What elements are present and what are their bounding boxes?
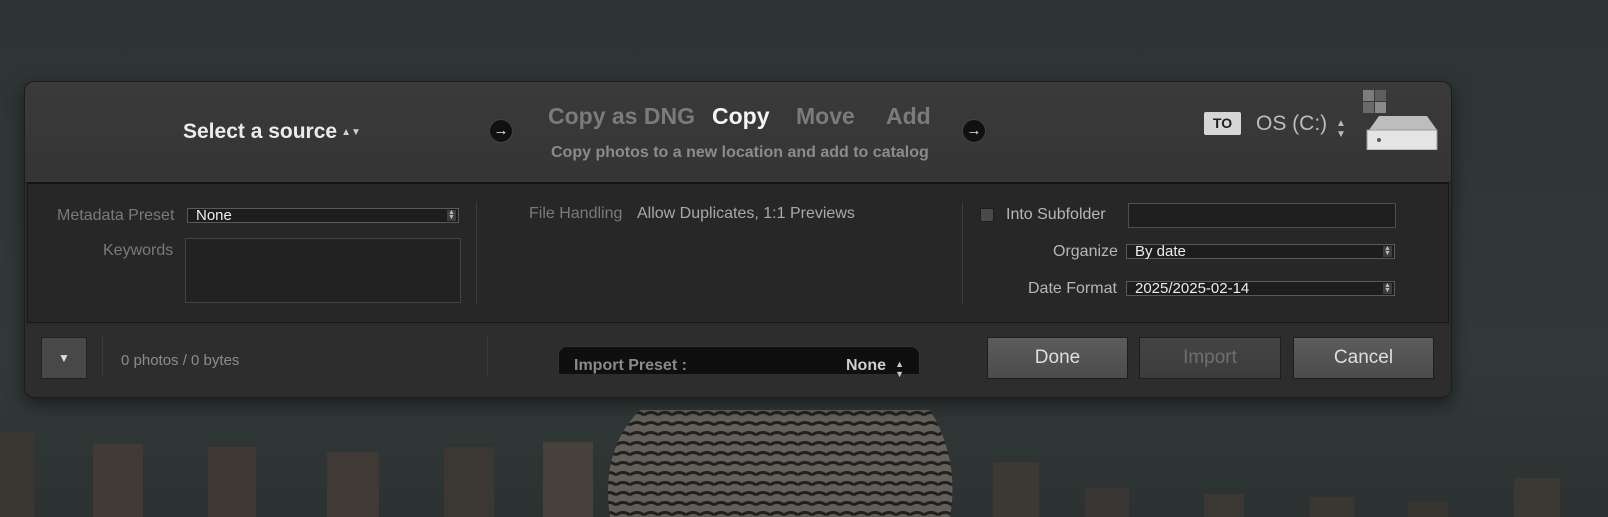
into-subfolder-label: Into Subfolder bbox=[1006, 206, 1106, 223]
hard-drive-icon bbox=[1363, 90, 1438, 150]
date-format-value: 2025/2025-02-14 bbox=[1135, 280, 1250, 297]
updown-chevron-icon: ▲▼ bbox=[1383, 245, 1392, 257]
file-handling-label: File Handling bbox=[529, 205, 623, 222]
file-handling-value: Allow Duplicates, 1:1 Previews bbox=[637, 205, 855, 222]
import-preset-selector[interactable]: Import Preset : None ▲ ▼ bbox=[558, 346, 920, 379]
updown-chevron-icon: ▲▼ bbox=[895, 359, 904, 379]
import-button[interactable]: Import bbox=[1139, 337, 1281, 379]
updown-chevron-icon: ▲▼ bbox=[1383, 282, 1392, 294]
bottom-bar: ▼ 0 photos / 0 bytes Import Preset : Non… bbox=[25, 325, 1451, 397]
source-label: Select a source bbox=[183, 120, 338, 143]
photo-count: 0 photos / 0 bytes bbox=[121, 352, 240, 369]
destination-drive-selector[interactable]: OS (C:) bbox=[1256, 112, 1327, 136]
subfolder-name-input[interactable] bbox=[1128, 203, 1396, 228]
done-button[interactable]: Done bbox=[987, 337, 1128, 379]
organize-value: By date bbox=[1135, 243, 1186, 260]
column-divider bbox=[962, 202, 963, 304]
expand-dialog-button[interactable]: ▼ bbox=[41, 337, 87, 379]
bottom-divider bbox=[102, 335, 103, 375]
updown-chevron-icon: ▲▼ bbox=[447, 209, 456, 221]
date-format-select[interactable]: 2025/2025-02-14 ▲ ▼ bbox=[1126, 281, 1395, 296]
updown-chevron-icon: ▲▼ bbox=[341, 127, 361, 138]
column-divider bbox=[476, 202, 477, 304]
to-badge: TO bbox=[1204, 112, 1241, 135]
mode-copy-as-dng[interactable]: Copy as DNG bbox=[548, 103, 695, 130]
metadata-preset-label: Metadata Preset bbox=[57, 207, 175, 224]
import-header: Select a source ▲▼ → Copy as DNG Copy Mov… bbox=[25, 82, 1451, 183]
mode-copy[interactable]: Copy bbox=[712, 103, 770, 130]
metadata-preset-select[interactable]: None ▲ ▼ bbox=[187, 208, 459, 223]
into-subfolder-checkbox[interactable] bbox=[980, 208, 994, 222]
metadata-preset-value: None bbox=[196, 207, 232, 224]
updown-chevron-icon: ▲▼ bbox=[1336, 118, 1346, 140]
bottom-divider bbox=[487, 335, 488, 375]
import-settings-panel: Metadata Preset None ▲ ▼ Keywords File Ha… bbox=[27, 182, 1449, 323]
triangle-down-icon: ▼ bbox=[58, 351, 70, 365]
mode-description: Copy photos to a new location and add to… bbox=[551, 144, 929, 161]
date-format-label: Date Format bbox=[1028, 280, 1117, 297]
organize-select[interactable]: By date ▲ ▼ bbox=[1126, 244, 1395, 259]
keywords-input[interactable] bbox=[185, 238, 461, 303]
mode-move[interactable]: Move bbox=[796, 103, 855, 130]
import-preset-label: Import Preset : bbox=[574, 357, 687, 374]
mode-add[interactable]: Add bbox=[886, 103, 931, 130]
select-source-button[interactable]: Select a source ▲▼ bbox=[183, 120, 361, 144]
organize-label: Organize bbox=[1053, 243, 1118, 260]
import-dialog: Select a source ▲▼ → Copy as DNG Copy Mov… bbox=[25, 82, 1451, 397]
arrow-right-icon[interactable]: → bbox=[489, 119, 513, 143]
keywords-label: Keywords bbox=[103, 242, 174, 259]
cancel-button[interactable]: Cancel bbox=[1293, 337, 1434, 379]
import-preset-value: None bbox=[846, 357, 886, 374]
arrow-right-icon[interactable]: → bbox=[962, 119, 986, 143]
